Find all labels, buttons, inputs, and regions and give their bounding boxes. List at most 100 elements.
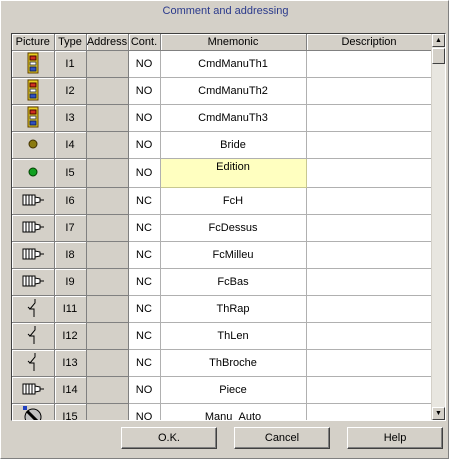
row-address-cell[interactable] (86, 403, 129, 420)
row-mnemonic-cell[interactable]: ThBroche (160, 349, 307, 377)
row-picture-cell[interactable] (12, 77, 55, 105)
row-picture-cell[interactable] (12, 131, 55, 159)
row-mnemonic-cell[interactable]: CmdManuTh1 (160, 50, 307, 78)
row-picture-cell[interactable] (12, 187, 55, 215)
table-row[interactable]: I3 NO CmdManuTh3 (12, 104, 433, 132)
column-header-mnemonic[interactable]: Mnemonic (160, 34, 307, 51)
row-picture-cell[interactable] (12, 268, 55, 296)
row-mnemonic-cell[interactable]: FcDessus (160, 214, 307, 242)
row-cont-cell[interactable]: NC (128, 214, 161, 242)
row-description-cell[interactable] (306, 158, 433, 188)
row-mnemonic-cell[interactable]: ThRap (160, 295, 307, 323)
ok-button[interactable]: O.K. (121, 427, 217, 449)
row-picture-cell[interactable] (12, 104, 55, 132)
row-type-cell[interactable]: I1 (54, 50, 87, 78)
row-description-cell[interactable] (306, 295, 433, 323)
row-mnemonic-cell[interactable]: ThLen (160, 322, 307, 350)
row-type-cell[interactable]: I11 (54, 295, 87, 323)
row-description-cell[interactable] (306, 214, 433, 242)
row-description-cell[interactable] (306, 77, 433, 105)
row-description-cell[interactable] (306, 376, 433, 404)
row-picture-cell[interactable] (12, 322, 55, 350)
row-cont-cell[interactable]: NC (128, 268, 161, 296)
row-picture-cell[interactable] (12, 241, 55, 269)
row-type-cell[interactable]: I2 (54, 77, 87, 105)
row-address-cell[interactable] (86, 214, 129, 242)
row-cont-cell[interactable]: NC (128, 349, 161, 377)
row-address-cell[interactable] (86, 322, 129, 350)
row-type-cell[interactable]: I6 (54, 187, 87, 215)
row-description-cell[interactable] (306, 104, 433, 132)
row-mnemonic-cell[interactable]: CmdManuTh2 (160, 77, 307, 105)
row-cont-cell[interactable]: NC (128, 322, 161, 350)
row-description-cell[interactable] (306, 349, 433, 377)
table-row[interactable]: I14 NO Piece (12, 376, 433, 404)
row-picture-cell[interactable] (12, 403, 55, 420)
row-type-cell[interactable]: I8 (54, 241, 87, 269)
row-address-cell[interactable] (86, 77, 129, 105)
row-mnemonic-cell[interactable]: FcMilleu (160, 241, 307, 269)
table-row[interactable]: I9 NC FcBas (12, 268, 433, 296)
column-header-cont[interactable]: Cont. (128, 34, 161, 51)
row-cont-cell[interactable]: NO (128, 158, 161, 188)
row-type-cell[interactable]: I3 (54, 104, 87, 132)
table-row[interactable]: I13 NC ThBroche (12, 349, 433, 377)
row-type-cell[interactable]: I9 (54, 268, 87, 296)
row-picture-cell[interactable] (12, 214, 55, 242)
row-mnemonic-cell[interactable]: FcBas (160, 268, 307, 296)
row-mnemonic-cell[interactable]: CmdManuTh3 (160, 104, 307, 132)
row-type-cell[interactable]: I15 (54, 403, 87, 420)
table-row[interactable]: I4 NO Bride (12, 131, 433, 159)
table-row[interactable]: I2 NO CmdManuTh2 (12, 77, 433, 105)
column-header-description[interactable]: Description (306, 34, 433, 51)
row-description-cell[interactable] (306, 403, 433, 420)
row-description-cell[interactable] (306, 131, 433, 159)
row-address-cell[interactable] (86, 131, 129, 159)
row-address-cell[interactable] (86, 268, 129, 296)
row-description-cell[interactable] (306, 268, 433, 296)
row-address-cell[interactable] (86, 50, 129, 78)
row-description-cell[interactable] (306, 322, 433, 350)
row-mnemonic-cell[interactable]: Edition (159, 158, 307, 188)
table-row[interactable]: I15 NO Manu_Auto (12, 403, 433, 420)
column-header-type[interactable]: Type (54, 34, 87, 51)
row-address-cell[interactable] (86, 349, 129, 377)
row-picture-cell[interactable] (12, 376, 55, 404)
row-mnemonic-cell[interactable]: Piece (160, 376, 307, 404)
row-cont-cell[interactable]: NO (128, 50, 161, 78)
row-cont-cell[interactable]: NO (128, 77, 161, 105)
row-cont-cell[interactable]: NO (128, 403, 161, 420)
row-description-cell[interactable] (306, 187, 433, 215)
row-cont-cell[interactable]: NO (128, 376, 161, 404)
row-type-cell[interactable]: I5 (54, 158, 87, 188)
vertical-scrollbar[interactable]: ▲ ▼ (431, 34, 445, 420)
column-header-address[interactable]: Address (86, 34, 129, 51)
row-type-cell[interactable]: I13 (54, 349, 87, 377)
row-mnemonic-cell[interactable]: Bride (160, 131, 307, 159)
help-button[interactable]: Help (347, 427, 443, 449)
row-type-cell[interactable]: I7 (54, 214, 87, 242)
row-picture-cell[interactable] (12, 349, 55, 377)
row-picture-cell[interactable] (12, 295, 55, 323)
row-description-cell[interactable] (306, 50, 433, 78)
table-row[interactable]: I11 NC ThRap (12, 295, 433, 323)
row-type-cell[interactable]: I14 (54, 376, 87, 404)
scroll-down-arrow-icon[interactable]: ▼ (432, 407, 445, 420)
row-cont-cell[interactable]: NC (128, 295, 161, 323)
row-mnemonic-cell[interactable]: Manu_Auto (160, 403, 307, 420)
table-row[interactable]: I7 NC FcDessus (12, 214, 433, 242)
row-address-cell[interactable] (86, 187, 129, 215)
scrollbar-thumb[interactable] (432, 48, 445, 64)
table-row[interactable]: I5 NO Edition (12, 158, 433, 188)
row-type-cell[interactable]: I4 (54, 131, 87, 159)
row-cont-cell[interactable]: NO (128, 131, 161, 159)
row-address-cell[interactable] (86, 295, 129, 323)
scroll-up-arrow-icon[interactable]: ▲ (432, 34, 445, 47)
row-cont-cell[interactable]: NC (128, 241, 161, 269)
table-row[interactable]: I1 NO CmdManuTh1 (12, 50, 433, 78)
row-mnemonic-cell[interactable]: FcH (160, 187, 307, 215)
row-address-cell[interactable] (86, 241, 129, 269)
row-cont-cell[interactable]: NC (128, 187, 161, 215)
row-address-cell[interactable] (86, 158, 129, 188)
row-cont-cell[interactable]: NO (128, 104, 161, 132)
